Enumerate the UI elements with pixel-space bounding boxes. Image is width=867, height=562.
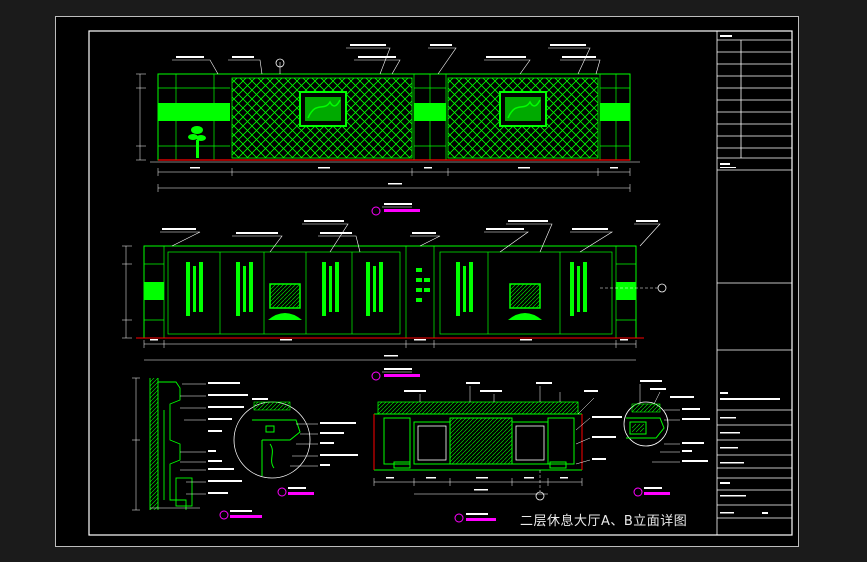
- sheet-title: 二层休息大厅A、B立面详图: [520, 514, 688, 529]
- cad-drawing: [88, 30, 793, 536]
- detail-2-view: [623, 380, 710, 497]
- section-view: [132, 377, 262, 520]
- detail-1-view: [233, 398, 358, 497]
- elevation-a: [136, 44, 640, 216]
- title-block: [716, 31, 792, 535]
- title-block-marks: [720, 35, 780, 514]
- elevation-b: [122, 220, 667, 381]
- section-2-view: [373, 382, 622, 523]
